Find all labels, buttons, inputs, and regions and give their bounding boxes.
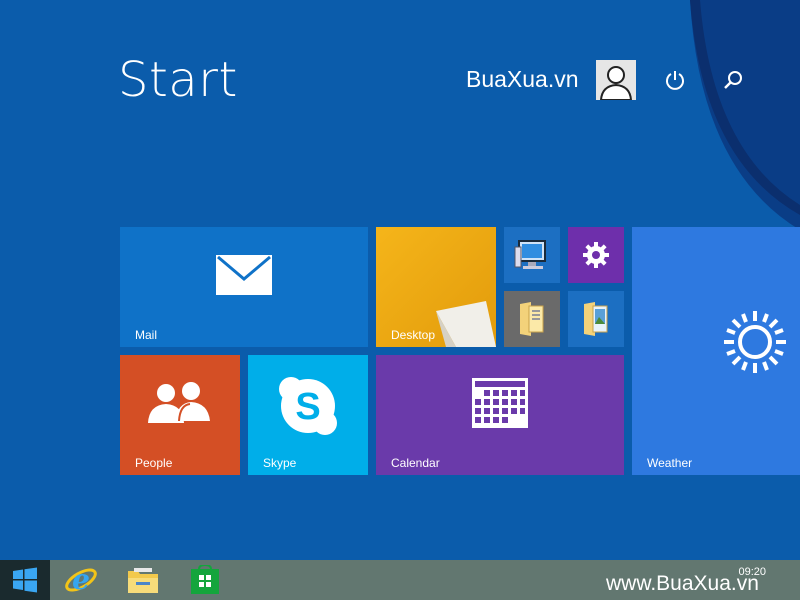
svg-text:e: e — [72, 563, 90, 596]
watermark: www.BuaXua.vn — [606, 572, 759, 595]
tile-desktop[interactable]: Desktop — [376, 227, 496, 347]
tile-documents[interactable] — [504, 291, 560, 347]
tile-mail-label: Mail — [135, 328, 158, 342]
people-icon — [146, 381, 212, 425]
tile-weather-label: Weather — [647, 456, 693, 470]
search-button[interactable] — [719, 66, 747, 94]
folder-pictures-icon — [568, 291, 624, 347]
tile-mail[interactable]: Mail — [120, 227, 368, 347]
store-icon — [191, 565, 219, 594]
folder-documents-icon — [504, 291, 560, 347]
tile-people-label: People — [135, 456, 173, 470]
sun-icon — [720, 307, 790, 377]
file-explorer-icon — [128, 568, 158, 593]
svg-text:S: S — [295, 386, 320, 428]
taskbar-store[interactable] — [182, 560, 228, 600]
start-title: Start — [118, 52, 238, 108]
start-button[interactable] — [0, 560, 50, 600]
tile-skype[interactable]: S Skype — [248, 355, 368, 475]
internet-explorer-icon: e — [65, 563, 97, 596]
tile-pictures[interactable] — [568, 291, 624, 347]
tile-this-pc[interactable] — [504, 227, 560, 283]
tile-people[interactable]: People — [120, 355, 240, 475]
tile-calendar[interactable]: Calendar — [376, 355, 624, 475]
gear-icon — [568, 227, 624, 283]
username[interactable]: BuaXua.vn — [466, 66, 579, 93]
tile-desktop-label: Desktop — [391, 328, 436, 342]
tile-settings[interactable] — [568, 227, 624, 283]
mail-icon — [215, 254, 273, 296]
computer-icon — [504, 227, 560, 283]
windows-logo-icon — [13, 567, 37, 593]
tile-weather[interactable]: Weather — [632, 227, 800, 475]
calendar-icon — [471, 377, 529, 429]
power-button[interactable] — [661, 66, 689, 94]
taskbar-file-explorer[interactable] — [120, 560, 166, 600]
taskbar-internet-explorer[interactable]: e — [58, 560, 104, 600]
skype-icon: S — [277, 375, 339, 437]
tile-skype-label: Skype — [263, 456, 297, 470]
search-icon — [724, 71, 742, 89]
tile-calendar-label: Calendar — [391, 456, 440, 470]
power-icon — [666, 71, 684, 90]
user-avatar-icon[interactable] — [596, 60, 636, 100]
